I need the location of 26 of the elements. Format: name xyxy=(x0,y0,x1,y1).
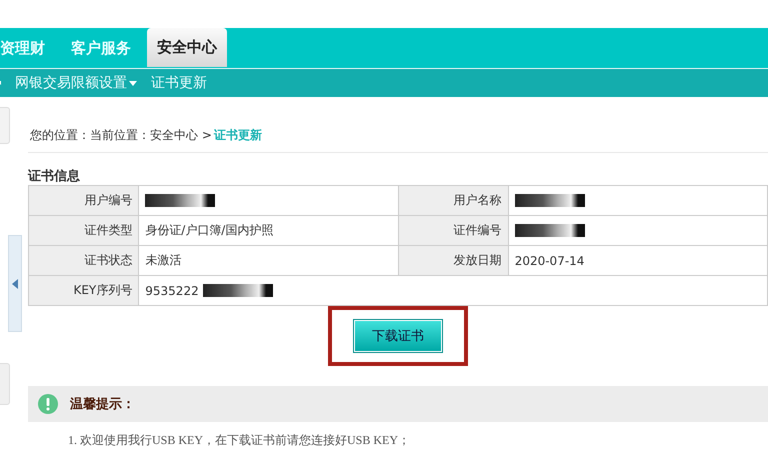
subnav-link[interactable]: 网银交易限额设置 xyxy=(15,74,137,92)
subnav-link[interactable]: 证书更新 xyxy=(151,74,207,92)
field-value: 身份证/户口簿/国内护照 xyxy=(145,222,274,239)
field-label: 发放日期 xyxy=(398,246,508,276)
field-label: 证件编号 xyxy=(398,216,508,246)
breadcrumb-text: 您的位置：当前位置：安全中心 > xyxy=(30,127,212,144)
field-label: 用户编号 xyxy=(28,186,139,216)
field-value: 未激活 xyxy=(145,252,182,269)
field-value: 2020-07-14 xyxy=(514,254,584,268)
nav-tab[interactable]: 安全中心 xyxy=(147,28,227,67)
alert-icon xyxy=(38,394,58,414)
nav-tab[interactable]: 资理财 xyxy=(0,28,55,68)
nav-tab[interactable]: 客户服务 xyxy=(61,28,141,68)
field-label: 证件类型 xyxy=(28,216,139,246)
field-label: 用户名称 xyxy=(398,186,508,216)
tips-title: 温馨提示： xyxy=(70,396,135,413)
field-label: KEY序列号 xyxy=(28,276,139,306)
tip-text: 1. 欢迎使用我行USB KEY，在下载证书前请您连接好USB KEY； xyxy=(67,432,412,449)
sidebar-panel xyxy=(0,363,10,405)
collapse-handle[interactable] xyxy=(8,235,22,332)
field-label: 证书状态 xyxy=(28,246,139,276)
breadcrumb-link[interactable]: 证书更新 xyxy=(214,127,262,144)
section-title: 证书信息 xyxy=(28,168,81,185)
left-arrow-icon xyxy=(12,278,18,288)
download-button[interactable]: 下载证书 xyxy=(354,320,442,352)
field-value: 9535222 xyxy=(145,284,199,298)
